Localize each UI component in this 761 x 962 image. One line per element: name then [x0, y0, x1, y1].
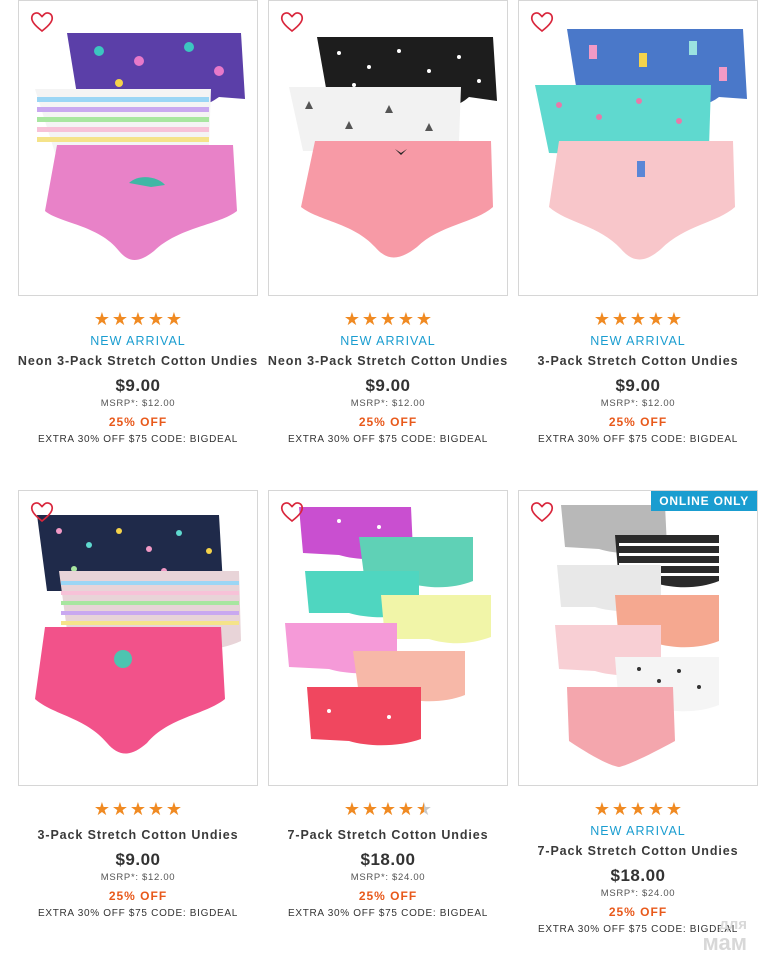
product-image[interactable] [268, 0, 508, 296]
star-icon: ★ [415, 309, 433, 329]
star-icon: ★ [611, 309, 629, 329]
heart-outline-icon[interactable] [279, 500, 305, 524]
msrp-price: MSRP*: $12.00 [600, 398, 676, 409]
product-price: $18.00 [610, 866, 666, 885]
discount-label: 25% OFF [358, 889, 418, 903]
product-photo [35, 33, 245, 260]
product-image[interactable] [18, 490, 258, 786]
product-price: $9.00 [365, 376, 411, 395]
product-name-link[interactable]: 3-Pack Stretch Cotton Undies [10, 828, 266, 844]
new-arrival-label: NEW ARRIVAL [590, 334, 686, 348]
promo-code-text: EXTRA 30% OFF $75 CODE: BIGDEAL [287, 908, 489, 919]
product-name-link[interactable]: Neon 3-Pack Stretch Cotton Undies [10, 354, 266, 370]
star-icon: ★ [611, 799, 629, 819]
star-icon: ★ [129, 799, 147, 819]
product-photo [555, 505, 719, 767]
star-icon: ★ [147, 799, 165, 819]
product-price: $9.00 [615, 376, 661, 395]
promo-code-text: EXTRA 30% OFF $75 CODE: BIGDEAL [37, 908, 239, 919]
promo-code-text: EXTRA 30% OFF $75 CODE: BIGDEAL [37, 434, 239, 445]
star-icon: ★ [665, 799, 683, 819]
product-info: ★ ★ ★ ★ ★ NEW ARRIVAL Neon 3-Pack Stretch Co… [10, 310, 266, 446]
promo-code-text: EXTRA 30% OFF $75 CODE: BIGDEAL [287, 434, 489, 445]
star-icon: ★ [343, 799, 361, 819]
star-icon: ★ [379, 799, 397, 819]
discount-label: 25% OFF [108, 415, 168, 429]
heart-outline-icon[interactable] [29, 10, 55, 34]
product-photo [285, 507, 491, 746]
online-only-badge: ONLINE ONLY [651, 491, 757, 511]
product-image[interactable] [18, 0, 258, 296]
star-icon: ★ [165, 799, 183, 819]
star-icon: ★ [629, 799, 647, 819]
discount-label: 25% OFF [358, 415, 418, 429]
star-icon: ★ [343, 309, 361, 329]
product-price: $9.00 [115, 850, 161, 869]
product-image[interactable]: ONLINE ONLY [518, 490, 758, 786]
star-icon: ★ [629, 309, 647, 329]
star-icon: ★ [665, 309, 683, 329]
product-name-link[interactable]: Neon 3-Pack Stretch Cotton Undies [260, 354, 516, 370]
watermark-logo: для мам [702, 916, 748, 955]
product-name-link[interactable]: 3-Pack Stretch Cotton Undies [510, 354, 761, 370]
star-icon: ★ [379, 309, 397, 329]
msrp-price: MSRP*: $12.00 [350, 398, 426, 409]
heart-outline-icon[interactable] [529, 10, 555, 34]
heart-outline-icon[interactable] [279, 10, 305, 34]
watermark-line2: мам [702, 930, 748, 955]
star-icon: ★ [93, 799, 111, 819]
rating-stars: ★ ★ ★ ★ ★ [510, 800, 761, 818]
product-photo [535, 29, 747, 260]
star-icon: ★ [111, 799, 129, 819]
product-info: ★ ★ ★ ★ ★ NEW ARRIVAL 3-Pack Stretch Cotton … [510, 310, 761, 446]
msrp-price: MSRP*: $24.00 [350, 872, 426, 883]
product-name-link[interactable]: 7-Pack Stretch Cotton Undies [260, 828, 516, 844]
product-info: ★ ★ ★ ★ ★ NEW ARRIVAL Neon 3-Pack Stretch Co… [260, 310, 516, 446]
rating-stars: ★ ★ ★ ★ ★ [510, 310, 761, 328]
star-icon: ★ [647, 799, 665, 819]
star-icon: ★ [647, 309, 665, 329]
star-icon: ★ [165, 309, 183, 329]
product-info: ★ ★ ★ ★ ★ 3-Pack Stretch Cotton Undies $9.00… [10, 800, 266, 920]
rating-stars: ★ ★ ★ ★ ★ [260, 310, 516, 328]
promo-code-text: EXTRA 30% OFF $75 CODE: BIGDEAL [537, 434, 739, 445]
star-icon: ★ [147, 309, 165, 329]
star-icon: ★ [397, 799, 415, 819]
star-icon: ★ [111, 309, 129, 329]
product-photo [35, 515, 241, 754]
rating-stars: ★ ★ ★ ★ ★ [10, 310, 266, 328]
star-icon: ★ [361, 309, 379, 329]
product-image[interactable] [518, 0, 758, 296]
new-arrival-label: NEW ARRIVAL [90, 334, 186, 348]
discount-label: 25% OFF [108, 889, 168, 903]
product-info: ★ ★ ★ ★ ★ 7-Pack Stretch Cotton Undies $18.0… [260, 800, 516, 920]
msrp-price: MSRP*: $12.00 [100, 398, 176, 409]
heart-outline-icon[interactable] [29, 500, 55, 524]
star-icon: ★ [593, 799, 611, 819]
rating-stars: ★ ★ ★ ★ ★ [10, 800, 266, 818]
product-photo [289, 37, 497, 258]
star-icon: ★ [593, 309, 611, 329]
half-star-icon: ★ [415, 799, 433, 819]
product-image[interactable] [268, 490, 508, 786]
product-name-link[interactable]: 7-Pack Stretch Cotton Undies [510, 844, 761, 860]
discount-label: 25% OFF [608, 415, 668, 429]
new-arrival-label: NEW ARRIVAL [590, 824, 686, 838]
star-icon: ★ [129, 309, 147, 329]
product-price: $9.00 [115, 376, 161, 395]
product-grid: ★ ★ ★ ★ ★ NEW ARRIVAL Neon 3-Pack Stretch Co… [0, 0, 761, 962]
star-icon: ★ [397, 309, 415, 329]
product-price: $18.00 [360, 850, 416, 869]
msrp-price: MSRP*: $24.00 [600, 888, 676, 899]
heart-outline-icon[interactable] [529, 500, 555, 524]
star-icon: ★ [93, 309, 111, 329]
new-arrival-label: NEW ARRIVAL [340, 334, 436, 348]
star-icon: ★ [361, 799, 379, 819]
rating-stars: ★ ★ ★ ★ ★ [260, 800, 516, 818]
msrp-price: MSRP*: $12.00 [100, 872, 176, 883]
